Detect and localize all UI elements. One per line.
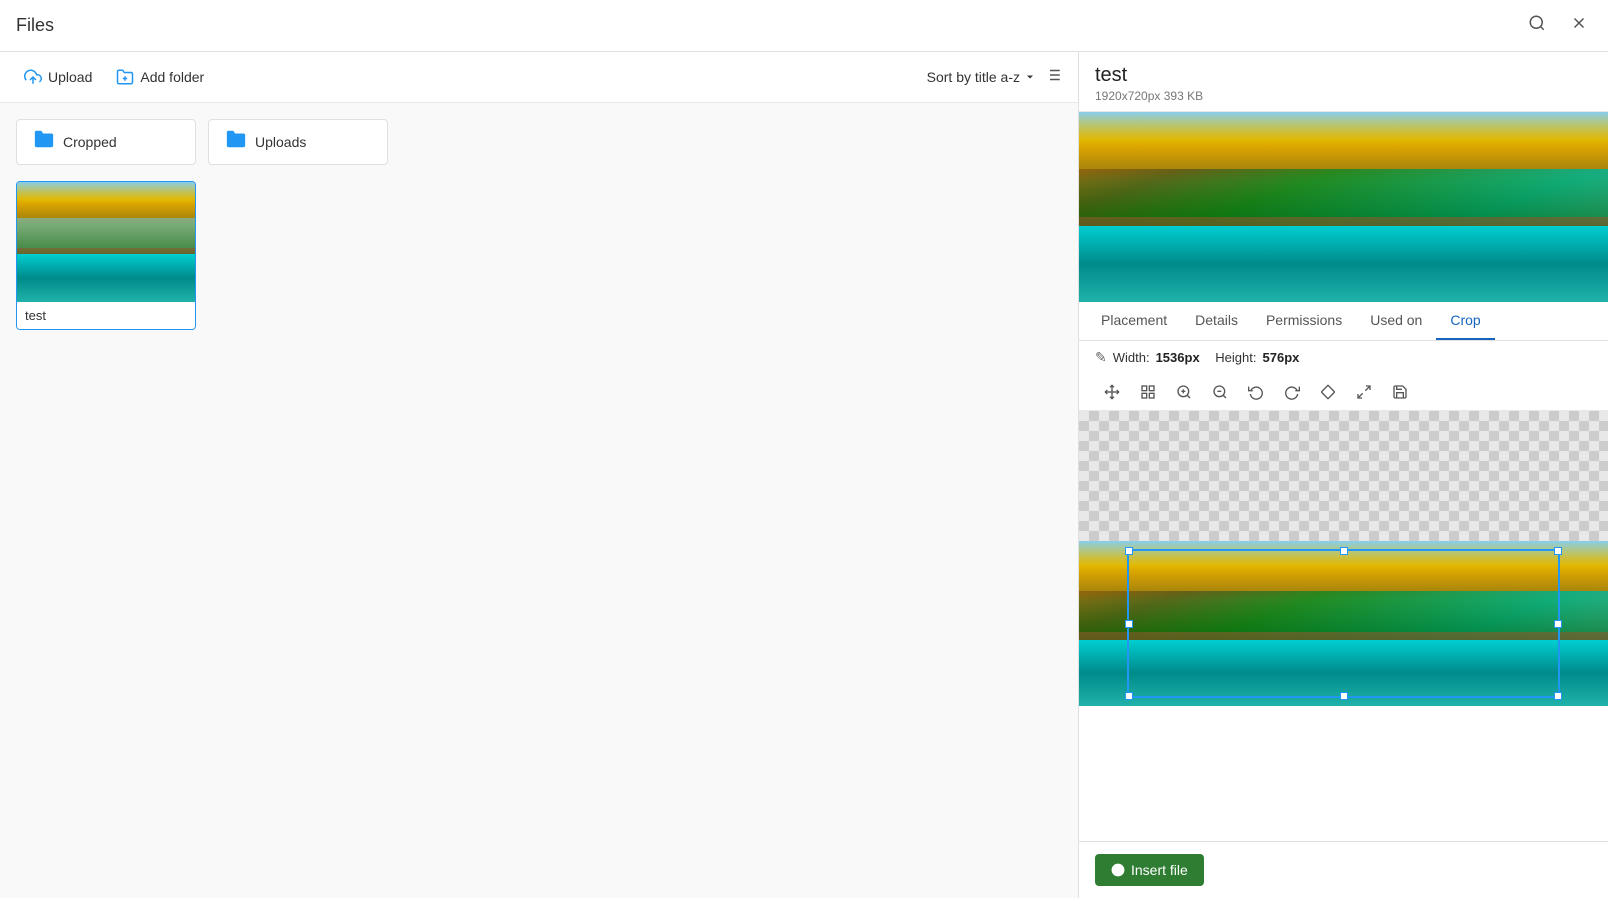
preview-image bbox=[1079, 112, 1608, 302]
crop-handle-bm[interactable] bbox=[1340, 692, 1348, 700]
file-name-test: test bbox=[17, 302, 195, 329]
search-button[interactable] bbox=[1524, 10, 1550, 41]
height-value: 576px bbox=[1263, 350, 1300, 365]
toolbar-right: Sort by title a-z bbox=[927, 66, 1062, 89]
crop-panel: ✎ Width: 1536px Height: 576px bbox=[1079, 341, 1608, 841]
crop-handle-tr[interactable] bbox=[1554, 547, 1562, 555]
crop-handle-br[interactable] bbox=[1554, 692, 1562, 700]
file-thumbnail bbox=[17, 182, 196, 302]
crop-handle-tl[interactable] bbox=[1125, 547, 1133, 555]
left-panel: Upload Add folder Sort by title a-z bbox=[0, 52, 1078, 898]
folder-icon bbox=[33, 128, 55, 156]
rotate-left-button[interactable] bbox=[1239, 378, 1273, 406]
list-view-button[interactable] bbox=[1044, 66, 1062, 89]
crop-handle-rm[interactable] bbox=[1554, 620, 1562, 628]
toolbar-left: Upload Add folder bbox=[16, 64, 212, 90]
add-folder-label: Add folder bbox=[140, 69, 204, 85]
crop-handle-tm[interactable] bbox=[1340, 547, 1348, 555]
tab-crop[interactable]: Crop bbox=[1436, 302, 1494, 340]
content-area: Upload Add folder Sort by title a-z bbox=[0, 52, 1608, 898]
tab-used-on[interactable]: Used on bbox=[1356, 302, 1436, 340]
tab-placement[interactable]: Placement bbox=[1087, 302, 1181, 340]
close-button[interactable] bbox=[1566, 10, 1592, 41]
panel-footer: Insert file bbox=[1079, 841, 1608, 898]
file-info-meta: 1920x720px 393 KB bbox=[1095, 89, 1592, 103]
crop-selection[interactable] bbox=[1127, 549, 1560, 698]
width-label: Width: bbox=[1113, 350, 1150, 365]
files-row: test bbox=[16, 181, 1062, 330]
pencil-icon: ✎ bbox=[1095, 349, 1107, 366]
crop-top-area bbox=[1079, 411, 1608, 541]
upload-label: Upload bbox=[48, 69, 92, 85]
folder-icon-uploads bbox=[225, 128, 247, 156]
tab-details[interactable]: Details bbox=[1181, 302, 1252, 340]
crop-info: ✎ Width: 1536px Height: 576px bbox=[1079, 341, 1608, 374]
crop-image-container bbox=[1079, 541, 1608, 706]
folder-name-uploads: Uploads bbox=[255, 134, 306, 150]
width-value: 1536px bbox=[1156, 350, 1200, 365]
folder-item-cropped[interactable]: Cropped bbox=[16, 119, 196, 165]
fit-button[interactable] bbox=[1347, 378, 1381, 406]
save-crop-button[interactable] bbox=[1383, 378, 1417, 406]
folder-name-cropped: Cropped bbox=[63, 134, 117, 150]
crop-canvas-area bbox=[1079, 411, 1608, 841]
grid-tool-button[interactable] bbox=[1131, 378, 1165, 406]
sort-label: Sort by title a-z bbox=[927, 69, 1020, 85]
sort-button[interactable]: Sort by title a-z bbox=[927, 69, 1036, 85]
add-folder-button[interactable]: Add folder bbox=[108, 64, 212, 90]
rotate-right-button[interactable] bbox=[1275, 378, 1309, 406]
move-tool-button[interactable] bbox=[1095, 378, 1129, 406]
file-item-test[interactable]: test bbox=[16, 181, 196, 330]
folder-item-uploads[interactable]: Uploads bbox=[208, 119, 388, 165]
file-info-title: test bbox=[1095, 64, 1592, 87]
upload-button[interactable]: Upload bbox=[16, 64, 100, 90]
preview-img-bg bbox=[1079, 112, 1608, 302]
crop-handle-bl[interactable] bbox=[1125, 692, 1133, 700]
file-info: test 1920x720px 393 KB bbox=[1079, 52, 1608, 112]
crop-bottom-area bbox=[1079, 541, 1608, 841]
crop-handle-lm[interactable] bbox=[1125, 620, 1133, 628]
app-title: Files bbox=[16, 15, 54, 36]
insert-file-button[interactable]: Insert file bbox=[1095, 854, 1204, 886]
thumbnail-image bbox=[17, 182, 196, 302]
crop-toolbar bbox=[1079, 374, 1608, 411]
header-actions bbox=[1524, 10, 1592, 41]
tab-bar: Placement Details Permissions Used on Cr… bbox=[1079, 302, 1608, 341]
flip-button[interactable] bbox=[1311, 378, 1345, 406]
right-panel: test 1920x720px 393 KB Placement bbox=[1078, 52, 1608, 898]
folder-row: Cropped Uploads bbox=[16, 119, 1062, 165]
zoom-in-button[interactable] bbox=[1167, 378, 1201, 406]
tab-permissions[interactable]: Permissions bbox=[1252, 302, 1356, 340]
zoom-out-button[interactable] bbox=[1203, 378, 1237, 406]
files-toolbar: Upload Add folder Sort by title a-z bbox=[0, 52, 1078, 103]
insert-file-label: Insert file bbox=[1131, 862, 1188, 878]
app-header: Files bbox=[0, 0, 1608, 52]
file-grid: Cropped Uploads bbox=[0, 103, 1078, 898]
preview-scene bbox=[1079, 112, 1608, 302]
height-label: Height: bbox=[1215, 350, 1256, 365]
